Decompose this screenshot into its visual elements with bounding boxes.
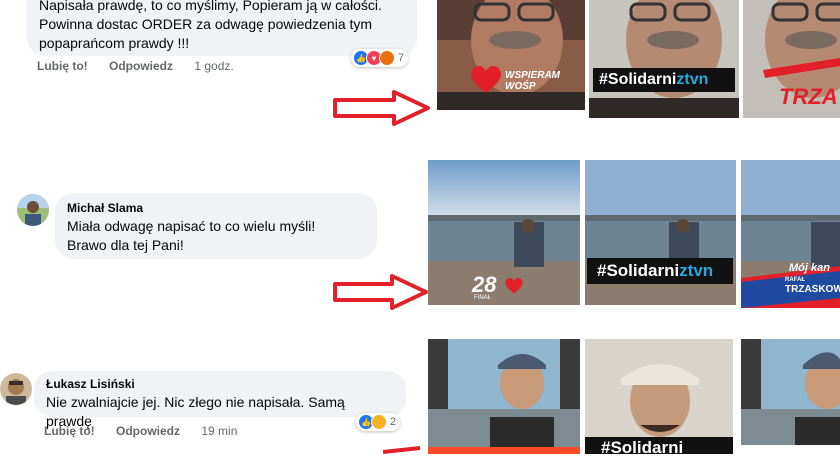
red-protest-text: TRZA (779, 84, 838, 109)
solidarni-tvn-tag: #Solidarniztvn (587, 258, 733, 284)
profile-photo[interactable]: #Solidarniztvn (585, 160, 736, 305)
profile-photo[interactable]: #Solidarniztvn (589, 0, 739, 118)
solidarni-tvn-tag: #Solidarni (585, 437, 733, 454)
candidate-badge-line3: TRZASKOW (785, 284, 840, 295)
comment-timestamp[interactable]: 1 godz. (194, 59, 233, 73)
wosp-badge-text: WSPIERAM WOŚP (505, 70, 560, 92)
reactions-summary[interactable]: 👍 ♥ 7 (351, 49, 409, 67)
comment-actions: Lubię to! Odpowiedz 1 godz. (37, 59, 252, 73)
like-link[interactable]: Lubię to! (44, 424, 95, 438)
comment-text-line: Powinna dostac ORDER za odwagę powiedzen… (39, 16, 373, 32)
profile-photo[interactable]: WSPIERAM WOŚP (437, 0, 585, 110)
reactions-summary[interactable]: 👍 2 (356, 413, 401, 431)
comment-author[interactable]: Michał Slama (67, 201, 365, 215)
reaction-count: 2 (390, 416, 397, 428)
reaction-count: 7 (398, 52, 405, 64)
avatar[interactable] (0, 373, 32, 405)
angry-reaction-icon (379, 50, 395, 66)
reply-link[interactable]: Odpowiedz (116, 424, 180, 438)
profile-photo[interactable]: 28 FINAŁ (428, 160, 580, 305)
heart-icon (505, 278, 523, 294)
comment-text-line: Brawo dla tej Pani! (67, 237, 184, 253)
red-arrow-icon (333, 274, 428, 310)
haha-reaction-icon (371, 414, 387, 430)
candidate-badge-line1: Mój kan (789, 262, 830, 274)
profile-photo[interactable]: #Solidarni (585, 339, 733, 454)
reply-link[interactable]: Odpowiedz (109, 59, 173, 73)
candidate-badge-line2: RAFAŁ (785, 277, 805, 283)
solidarni-tvn-tag: #Solidarniztvn (593, 68, 735, 92)
comment-text-line: Miała odwagę napisać to co wielu myśli! (67, 218, 316, 234)
wosp-finale-label: FINAŁ (474, 295, 492, 301)
profile-photo[interactable] (428, 339, 580, 454)
like-link[interactable]: Lubię to! (37, 59, 88, 73)
comment-bubble-1: Napisała prawdę, to co myślimy, Popieram… (27, 0, 417, 56)
comment-bubble-2: Michał Slama Miała odwagę napisać to co … (55, 193, 377, 259)
profile-photo[interactable]: Mój kan RAFAŁ TRZASKOW (741, 160, 840, 308)
avatar[interactable] (17, 194, 49, 226)
comment-bubble-3: Łukasz Lisiński Nie zwalniajcie jej. Nic… (34, 371, 406, 429)
comment-text-line: popaprańcom prawdy !!! (39, 35, 190, 51)
profile-photo[interactable] (741, 339, 840, 454)
comment-text-line: Napisała prawdę, to co myślimy, Popieram… (39, 0, 382, 13)
comment-actions: Lubię to! Odpowiedz 19 min (44, 424, 255, 438)
wosp-heart-badge (471, 66, 501, 94)
red-arrow-icon (333, 90, 430, 126)
comment-author[interactable]: Łukasz Lisiński (46, 377, 394, 391)
red-arrow-icon (382, 446, 421, 454)
comment-timestamp[interactable]: 19 min (201, 424, 237, 438)
profile-photo[interactable]: TRZA (743, 0, 840, 118)
